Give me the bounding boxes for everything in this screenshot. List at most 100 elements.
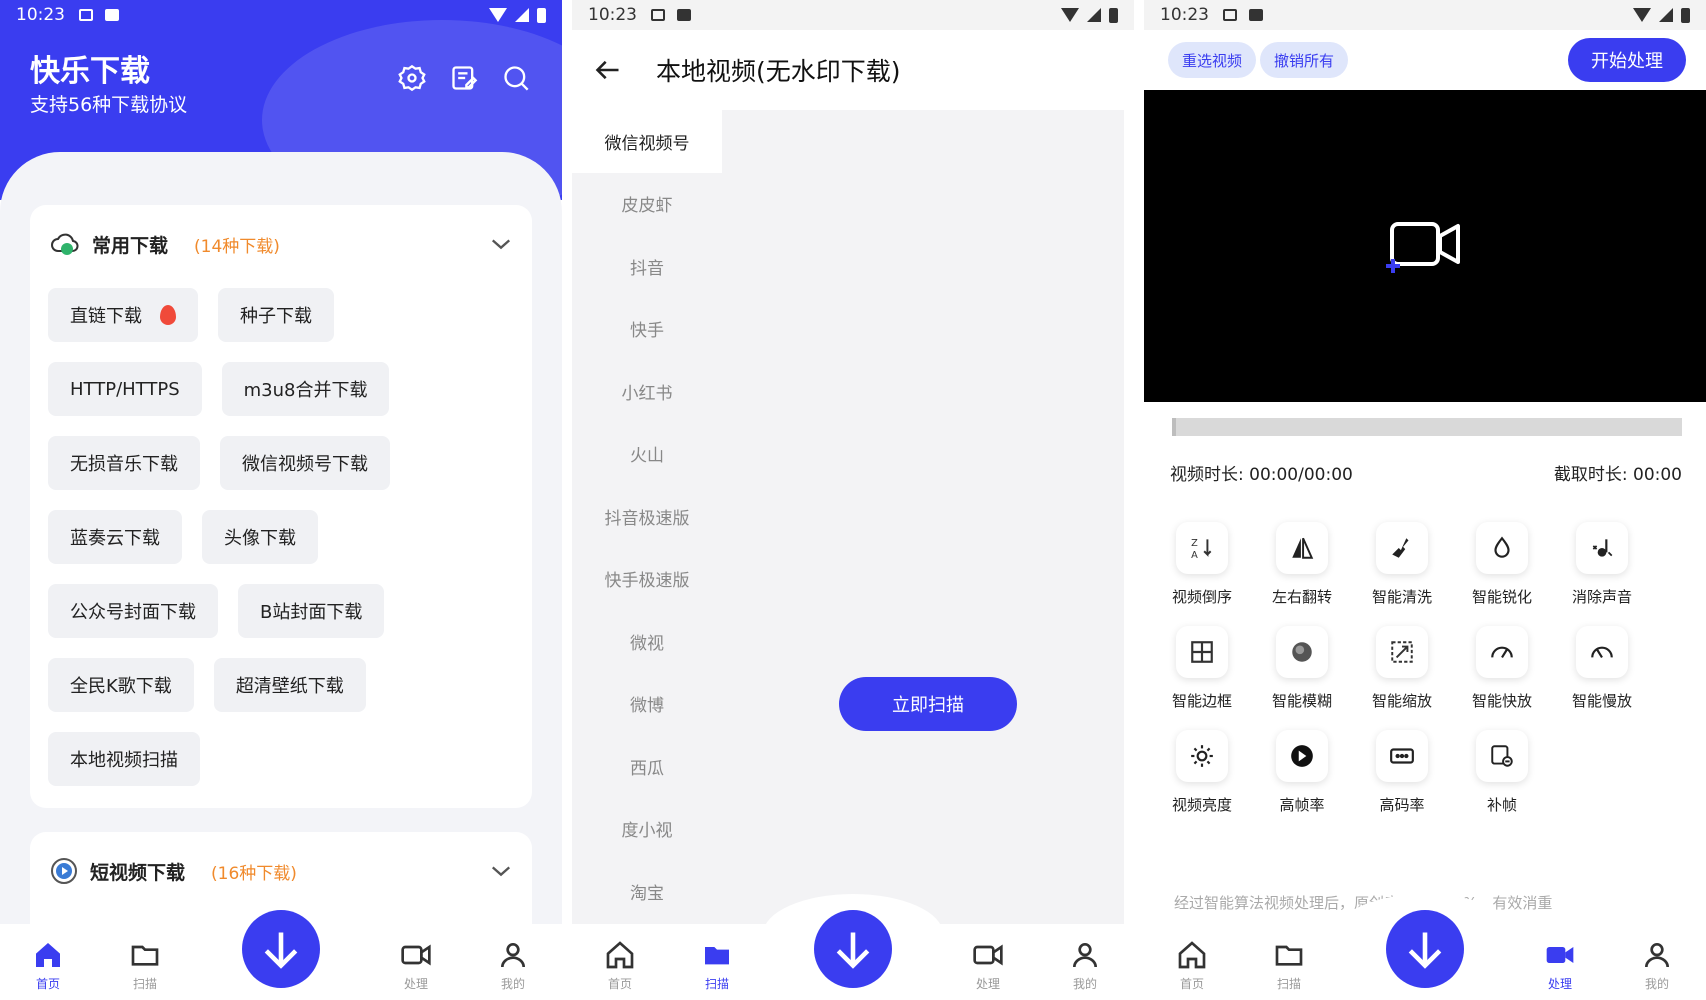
nav-profile[interactable]: 我的 [1055,939,1115,992]
slow-icon [1591,646,1613,658]
chip-http-download[interactable]: HTTP/HTTPS [48,362,202,416]
tool-sharpen[interactable]: 智能锐化 [1452,522,1552,607]
chip-local-scan[interactable]: 本地视频扫描 [48,732,200,786]
tool-flip[interactable]: 左右翻转 [1252,522,1352,607]
app-title: 快乐下载 [30,54,150,89]
add-video-icon[interactable] [1384,220,1462,274]
tool-mute[interactable]: 消除声音 [1552,522,1652,607]
scan-panel [722,110,1124,930]
person-icon [1645,943,1669,968]
sidebar-item-weibo[interactable]: 微博 [572,673,722,736]
tool-frame-fill[interactable]: 补帧 [1452,730,1552,815]
tool-fps[interactable]: 高帧率 [1252,730,1352,815]
wifi-icon [1061,8,1079,22]
tool-reverse[interactable]: ZA 视频倒序 [1152,522,1252,607]
nav-process[interactable]: 处理 [386,939,446,992]
chevron-down-icon[interactable] [490,860,512,882]
common-download-card: 常用下载 (14种下载) 直链下载 种子下载 HTTP/HTTPS m3u8合并… [30,205,532,808]
tool-fast[interactable]: 智能快放 [1452,626,1552,711]
nav-home[interactable]: 首页 [1162,939,1222,992]
chip-bilibili-cover[interactable]: B站封面下载 [238,584,385,638]
notes-icon[interactable] [450,64,478,92]
nav-scan[interactable]: 扫描 [115,939,175,992]
bottom-nav: 首页 扫描 处理 我的 [572,894,1134,1000]
tool-scale[interactable]: 智能缩放 [1352,626,1452,711]
mute-icon [1592,539,1613,557]
tool-bitrate[interactable]: 高码率 [1352,730,1452,815]
battery-icon [1109,7,1118,23]
sidebar-item-douyin-lite[interactable]: 抖音极速版 [572,485,722,548]
start-process-button[interactable]: 开始处理 [1568,38,1686,82]
section-title: 短视频下载 [90,861,186,884]
sidebar-item-xigua[interactable]: 西瓜 [572,735,722,798]
app-notification-icon [677,9,691,21]
arrow-down-icon [264,932,298,969]
sidebar-item-douyin[interactable]: 抖音 [572,235,722,298]
broom-icon [1392,538,1409,558]
chip-lanzou[interactable]: 蓝奏云下载 [48,510,182,564]
nav-process[interactable]: 处理 [958,939,1018,992]
tool-slow[interactable]: 智能慢放 [1552,626,1652,711]
chip-direct-download[interactable]: 直链下载 [48,288,198,342]
chip-avatar[interactable]: 头像下载 [202,510,318,564]
download-fab[interactable] [814,910,892,988]
undo-all-button[interactable]: 撤销所有 [1260,42,1349,78]
process-toolbar: 重选视频 撤销所有 开始处理 [1144,30,1706,90]
scan-now-button[interactable]: 立即扫描 [839,677,1017,731]
sidebar-item-pipixia[interactable]: 皮皮虾 [572,173,722,236]
sidebar-item-weishi[interactable]: 微视 [572,610,722,673]
cloud-download-icon [51,233,79,255]
sidebar-item-kuaishou-lite[interactable]: 快手极速版 [572,548,722,611]
home-icon [36,943,60,967]
battery-icon [537,7,546,23]
back-arrow-icon[interactable] [594,56,622,84]
reselect-video-button[interactable]: 重选视频 [1168,42,1257,78]
bottom-nav: 首页 扫描 处理 我的 [0,894,562,1000]
frame-fill-icon [1491,745,1513,767]
sidebar-item-wechat-video[interactable]: 微信视频号 [572,110,722,173]
signal-icon [1659,8,1673,22]
tool-clean[interactable]: 智能清洗 [1352,522,1452,607]
page-title: 本地视频(无水印下载) [656,57,901,86]
fps-icon [1291,745,1313,767]
nav-home[interactable]: 首页 [590,939,650,992]
chip-torrent-download[interactable]: 种子下载 [218,288,334,342]
chevron-down-icon[interactable] [490,233,512,255]
download-fab[interactable] [1386,910,1464,988]
tool-brightness[interactable]: 视频亮度 [1152,730,1252,815]
section-title: 常用下载 [92,234,169,257]
sidebar-item-xiaohongshu[interactable]: 小红书 [572,360,722,423]
settings-icon[interactable] [398,64,426,92]
sidebar-item-taobao[interactable]: 淘宝 [572,860,722,923]
sidebar-item-huoshan[interactable]: 火山 [572,423,722,486]
video-preview[interactable] [1144,90,1706,402]
status-bar: 10:23 [1144,0,1706,30]
drop-icon [1494,536,1510,558]
search-icon[interactable] [502,64,530,92]
svg-text:Z: Z [1191,538,1198,549]
nav-process[interactable]: 处理 [1530,939,1590,992]
nav-profile[interactable]: 我的 [483,939,543,992]
download-fab[interactable] [242,910,320,988]
nav-scan[interactable]: 扫描 [1259,939,1319,992]
nav-scan[interactable]: 扫描 [687,939,747,992]
nav-profile[interactable]: 我的 [1627,939,1687,992]
nav-home[interactable]: 首页 [18,939,78,992]
video-camera-icon [1546,947,1574,963]
video-timeline[interactable] [1172,418,1682,436]
tool-blur[interactable]: 智能模糊 [1252,626,1352,711]
person-icon [1073,943,1097,968]
sidebar-item-kuaishou[interactable]: 快手 [572,298,722,361]
chip-lossless-music[interactable]: 无损音乐下载 [48,436,200,490]
chip-official-cover[interactable]: 公众号封面下载 [48,584,218,638]
chip-kge[interactable]: 全民K歌下载 [48,658,194,712]
sidebar-item-duxiaoshi[interactable]: 度小视 [572,798,722,861]
chip-m3u8-download[interactable]: m3u8合并下载 [221,362,390,416]
chip-wallpaper[interactable]: 超清壁纸下载 [213,658,366,712]
tool-border[interactable]: 智能边框 [1152,626,1252,711]
scan-topbar: 本地视频(无水印下载) [572,30,1134,110]
app-notification-icon [1249,9,1263,21]
section-count: (14种下载) [194,236,280,257]
chip-wechat-video[interactable]: 微信视频号下载 [220,436,390,490]
battery-icon [1681,7,1690,23]
